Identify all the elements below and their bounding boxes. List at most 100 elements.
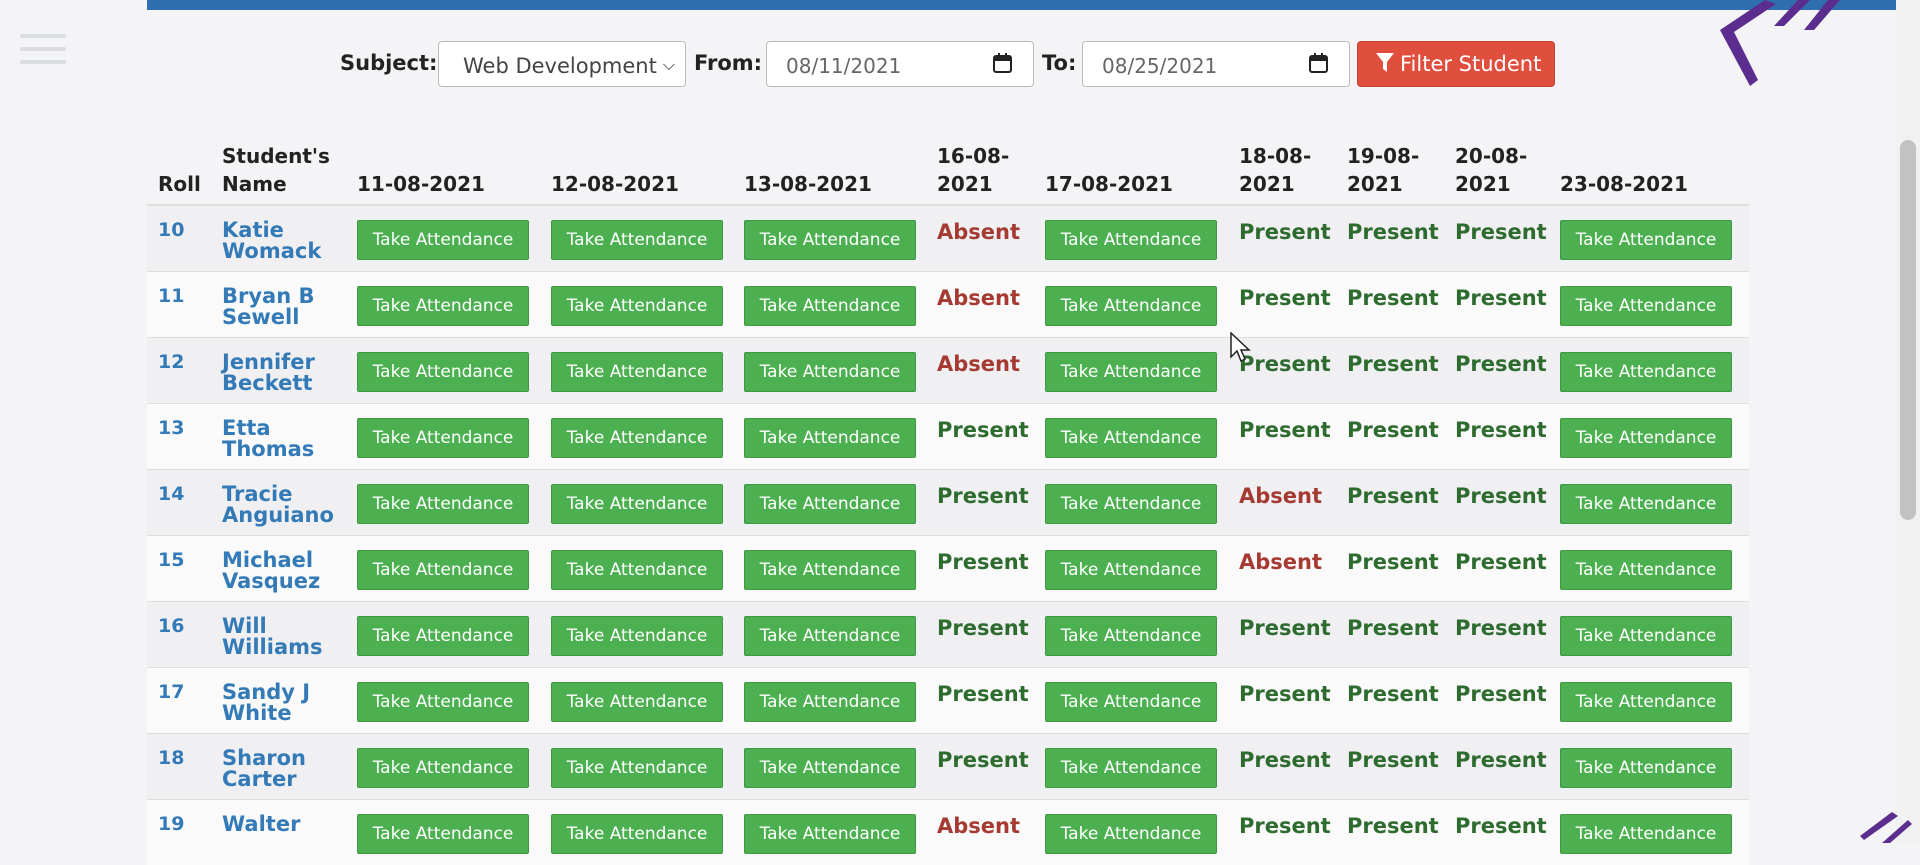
roll-cell: 11	[147, 272, 211, 338]
take-attendance-button[interactable]: Take Attendance	[1560, 682, 1732, 722]
take-attendance-button[interactable]: Take Attendance	[1560, 220, 1732, 260]
take-attendance-button[interactable]: Take Attendance	[744, 814, 916, 854]
column-header-text: Roll	[158, 172, 201, 196]
take-attendance-button[interactable]: Take Attendance	[357, 616, 529, 656]
student-name-link[interactable]: Bryan BSewell	[222, 272, 346, 328]
take-attendance-button[interactable]: Take Attendance	[1560, 616, 1732, 656]
roll-number-link[interactable]: 13	[158, 404, 211, 439]
take-attendance-button[interactable]: Take Attendance	[744, 484, 916, 524]
take-attendance-button[interactable]: Take Attendance	[551, 748, 723, 788]
roll-number-link[interactable]: 14	[158, 470, 211, 505]
take-attendance-button[interactable]: Take Attendance	[744, 682, 916, 722]
take-attendance-button[interactable]: Take Attendance	[551, 484, 723, 524]
take-attendance-button[interactable]: Take Attendance	[357, 814, 529, 854]
take-attendance-button[interactable]: Take Attendance	[744, 286, 916, 326]
take-attendance-button[interactable]: Take Attendance	[357, 484, 529, 524]
attendance-cell: Take Attendance	[1549, 470, 1749, 536]
take-attendance-button[interactable]: Take Attendance	[551, 814, 723, 854]
take-attendance-button[interactable]: Take Attendance	[357, 352, 529, 392]
attendance-cell: Present	[1228, 668, 1336, 734]
student-name-link[interactable]: MichaelVasquez	[222, 536, 346, 592]
take-attendance-button[interactable]: Take Attendance	[551, 682, 723, 722]
table-row: 16 WillWilliams Take Attendance Take Attend…	[147, 602, 1749, 668]
attendance-status: Present	[1239, 338, 1336, 376]
roll-number-link[interactable]: 17	[158, 668, 211, 703]
take-attendance-button[interactable]: Take Attendance	[1560, 418, 1732, 458]
take-attendance-button[interactable]: Take Attendance	[1045, 748, 1217, 788]
take-attendance-button[interactable]: Take Attendance	[551, 220, 723, 260]
roll-number-link[interactable]: 16	[158, 602, 211, 637]
take-attendance-button[interactable]: Take Attendance	[1560, 814, 1732, 854]
take-attendance-button[interactable]: Take Attendance	[551, 352, 723, 392]
take-attendance-button[interactable]: Take Attendance	[1045, 616, 1217, 656]
take-attendance-button[interactable]: Take Attendance	[1045, 352, 1217, 392]
to-date-input[interactable]: 08/25/2021	[1082, 41, 1350, 87]
roll-number-link[interactable]: 19	[158, 800, 211, 835]
take-attendance-button[interactable]: Take Attendance	[1045, 418, 1217, 458]
student-name-link[interactable]: Sandy JWhite	[222, 668, 346, 724]
subject-select[interactable]: Web Development ⌵	[438, 41, 686, 87]
take-attendance-button[interactable]: Take Attendance	[1560, 550, 1732, 590]
take-attendance-button[interactable]: Take Attendance	[1045, 484, 1217, 524]
take-attendance-button[interactable]: Take Attendance	[551, 616, 723, 656]
take-attendance-button[interactable]: Take Attendance	[744, 352, 916, 392]
vertical-scrollbar[interactable]	[1896, 0, 1920, 843]
attendance-cell: Take Attendance	[733, 734, 926, 800]
take-attendance-button[interactable]: Take Attendance	[357, 682, 529, 722]
take-attendance-button[interactable]: Take Attendance	[1560, 286, 1732, 326]
attendance-cell: Take Attendance	[1034, 800, 1228, 865]
attendance-status: Present	[1239, 602, 1336, 640]
take-attendance-button[interactable]: Take Attendance	[1560, 352, 1732, 392]
take-attendance-button[interactable]: Take Attendance	[1045, 682, 1217, 722]
take-attendance-button[interactable]: Take Attendance	[551, 286, 723, 326]
filter-student-button[interactable]: Filter Student	[1357, 41, 1555, 87]
column-header-text: 19-08-	[1347, 144, 1419, 168]
roll-number-link[interactable]: 11	[158, 272, 211, 307]
take-attendance-button[interactable]: Take Attendance	[357, 748, 529, 788]
calendar-icon[interactable]	[993, 53, 1012, 73]
student-name-link[interactable]: JenniferBeckett	[222, 338, 346, 394]
take-attendance-button[interactable]: Take Attendance	[1045, 550, 1217, 590]
attendance-status: Present	[1347, 206, 1444, 244]
scrollbar-thumb[interactable]	[1900, 140, 1916, 520]
student-name-link[interactable]: KatieWomack	[222, 206, 346, 262]
take-attendance-button[interactable]: Take Attendance	[357, 286, 529, 326]
take-attendance-button[interactable]: Take Attendance	[1560, 484, 1732, 524]
take-attendance-button[interactable]: Take Attendance	[1045, 814, 1217, 854]
take-attendance-button[interactable]: Take Attendance	[357, 418, 529, 458]
take-attendance-button[interactable]: Take Attendance	[551, 550, 723, 590]
calendar-icon[interactable]	[1309, 53, 1328, 73]
take-attendance-button[interactable]: Take Attendance	[744, 550, 916, 590]
take-attendance-button[interactable]: Take Attendance	[1045, 286, 1217, 326]
student-name-link[interactable]: WillWilliams	[222, 602, 346, 658]
column-header: Student'sName	[211, 118, 346, 205]
student-name-link[interactable]: EttaThomas	[222, 404, 346, 460]
take-attendance-button[interactable]: Take Attendance	[357, 550, 529, 590]
take-attendance-button[interactable]: Take Attendance	[1045, 220, 1217, 260]
attendance-cell: Take Attendance	[1549, 800, 1749, 865]
student-name-line: Carter	[222, 767, 297, 791]
take-attendance-button[interactable]: Take Attendance	[744, 220, 916, 260]
attendance-status: Present	[1239, 272, 1336, 310]
student-name-link[interactable]: Walter	[222, 800, 346, 835]
roll-number-link[interactable]: 18	[158, 734, 211, 769]
attendance-cell: Present	[1228, 602, 1336, 668]
attendance-status: Present	[937, 404, 1034, 442]
table-row: 12 JenniferBeckett Take Attendance Take Att…	[147, 338, 1749, 404]
take-attendance-button[interactable]: Take Attendance	[744, 616, 916, 656]
take-attendance-button[interactable]: Take Attendance	[744, 418, 916, 458]
take-attendance-button[interactable]: Take Attendance	[1560, 748, 1732, 788]
roll-number-link[interactable]: 12	[158, 338, 211, 373]
roll-number-link[interactable]: 15	[158, 536, 211, 571]
student-name-link[interactable]: SharonCarter	[222, 734, 346, 790]
from-date-input[interactable]: 08/11/2021	[766, 41, 1034, 87]
take-attendance-button[interactable]: Take Attendance	[744, 748, 916, 788]
student-name-line: Williams	[222, 635, 323, 659]
take-attendance-button[interactable]: Take Attendance	[357, 220, 529, 260]
take-attendance-button[interactable]: Take Attendance	[551, 418, 723, 458]
attendance-status: Present	[1347, 272, 1444, 310]
roll-number-link[interactable]: 10	[158, 206, 211, 241]
student-name-link[interactable]: TracieAnguiano	[222, 470, 346, 526]
attendance-cell: Take Attendance	[540, 602, 733, 668]
roll-cell: 13	[147, 404, 211, 470]
